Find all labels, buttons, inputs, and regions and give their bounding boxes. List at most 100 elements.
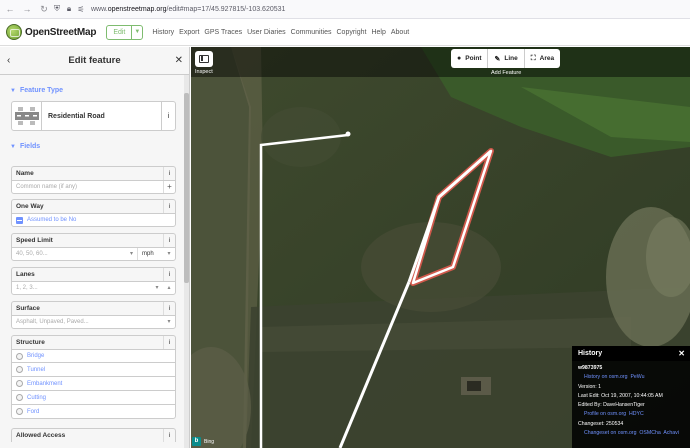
- sidebar-scrollbar[interactable]: [184, 75, 189, 448]
- surface-combo[interactable]: Asphalt, Unpaved, Paved... ▾: [11, 315, 176, 329]
- nav-help[interactable]: Help: [371, 29, 385, 36]
- add-area-button[interactable]: ⛶ Area: [525, 49, 560, 68]
- nav-gps-traces[interactable]: GPS Traces: [204, 29, 242, 36]
- surface-chevron-icon[interactable]: ▾: [163, 316, 175, 328]
- speed-limit-field: Speed Limit i 40, 50, 60... ▾ mph ▾: [11, 233, 176, 261]
- speed-limit-input[interactable]: 40, 50, 60... ▾ mph ▾: [11, 247, 176, 261]
- sidebar-header: ‹ Edit feature ✕: [0, 47, 189, 75]
- add-point-label: Point: [465, 55, 482, 62]
- add-line-button[interactable]: ✎ Line: [488, 49, 525, 68]
- url-prefix: www.: [91, 5, 108, 13]
- field-info-icon[interactable]: i: [163, 429, 175, 442]
- pewu-link[interactable]: PeWu: [630, 374, 644, 380]
- structure-option-tunnel[interactable]: Tunnel: [11, 363, 176, 377]
- edit-feature-sidebar: ‹ Edit feature ✕ ▼ Feature Type Resident…: [0, 47, 190, 448]
- speed-chevron-icon[interactable]: ▾: [130, 248, 133, 260]
- unit-chevron-icon[interactable]: ▾: [163, 248, 175, 260]
- structure-option-cutting[interactable]: Cutting: [11, 391, 176, 405]
- url-bar[interactable]: www.openstreetmap.org/edit#map=17/45.927…: [91, 6, 285, 13]
- preset-info-icon[interactable]: i: [161, 102, 175, 130]
- increment-icon[interactable]: ▴: [163, 282, 175, 294]
- feature-type-label: Feature Type: [19, 87, 64, 94]
- structure-field: Structure i Bridge Tunnel Embankment Cutt…: [11, 335, 176, 419]
- nav-export[interactable]: Export: [179, 29, 199, 36]
- add-feature-label: Add Feature: [491, 70, 522, 76]
- add-point-button[interactable]: ● Point: [451, 49, 489, 68]
- brand-name[interactable]: OpenStreetMap: [25, 27, 97, 38]
- imagery-attribution[interactable]: b Bing: [192, 436, 214, 447]
- speed-limit-placeholder: 40, 50, 60...: [16, 251, 48, 257]
- achavi-link[interactable]: Achavi: [663, 430, 679, 436]
- nav-copyright[interactable]: Copyright: [337, 29, 367, 36]
- field-info-icon[interactable]: i: [163, 336, 175, 349]
- inspect-button[interactable]: [195, 51, 213, 67]
- field-info-icon[interactable]: i: [163, 167, 175, 180]
- profile-on-osm-link[interactable]: Profile on osm.org: [584, 411, 626, 417]
- radio-icon[interactable]: [16, 380, 23, 387]
- close-icon[interactable]: ✕: [175, 55, 183, 66]
- lanes-input[interactable]: 1, 2, 3... ▾ ▴: [11, 281, 176, 295]
- checkbox-indeterminate-icon[interactable]: [16, 216, 23, 224]
- map-canvas[interactable]: Inspect ● Point ✎ Line ⛶ Area Add Feature b…: [191, 47, 690, 448]
- name-input[interactable]: Common name (if any) +: [11, 180, 176, 194]
- add-area-label: Area: [539, 55, 555, 62]
- osmcha-link[interactable]: OSMCha: [639, 430, 660, 436]
- nav-about[interactable]: About: [391, 29, 409, 36]
- radio-icon[interactable]: [16, 352, 23, 360]
- back-chevron-icon[interactable]: ‹: [7, 55, 10, 66]
- osm-logo-icon[interactable]: [6, 24, 22, 40]
- preset-selector[interactable]: Residential Road i: [11, 101, 176, 131]
- structure-option-label: Cutting: [27, 394, 47, 401]
- edited-by: Edited By: DaveHansenTiger: [578, 402, 645, 409]
- history-on-osm-link[interactable]: History on osm.org: [584, 374, 628, 380]
- close-icon[interactable]: ✕: [678, 349, 685, 358]
- radio-icon[interactable]: [16, 408, 23, 415]
- structure-option-bridge[interactable]: Bridge: [11, 349, 176, 363]
- add-feature-modes: ● Point ✎ Line ⛶ Area: [451, 49, 561, 68]
- field-info-icon[interactable]: i: [163, 200, 175, 213]
- nav-communities[interactable]: Communities: [291, 29, 332, 36]
- oneway-checkbox[interactable]: Assumed to be No: [11, 213, 176, 227]
- shield-icon[interactable]: ⛨: [51, 2, 63, 16]
- edit-button[interactable]: Edit: [107, 25, 133, 39]
- structure-option-label: Embankment: [27, 380, 63, 387]
- feature-type-section[interactable]: ▼ Feature Type: [10, 87, 189, 94]
- surface-placeholder: Asphalt, Unpaved, Paved...: [16, 319, 89, 325]
- back-arrow-icon[interactable]: ←: [3, 2, 17, 16]
- area-icon: ⛶: [530, 54, 536, 62]
- forward-arrow-icon[interactable]: →: [20, 2, 34, 16]
- osm-header: OpenStreetMap Edit ▼ History Export GPS …: [0, 19, 690, 46]
- field-info-icon[interactable]: i: [163, 234, 175, 247]
- structure-option-label: Tunnel: [27, 366, 46, 373]
- scrollbar-thumb[interactable]: [184, 93, 189, 283]
- radio-icon[interactable]: [16, 366, 23, 373]
- changeset-on-osm-link[interactable]: Changeset on osm.org: [584, 430, 636, 436]
- browser-toolbar: ← → ↻ ⛨ 🔒︎ ⚟ www.openstreetmap.org/edit#…: [0, 0, 690, 19]
- edit-dropdown-chevron-icon[interactable]: ▼: [132, 29, 142, 35]
- reload-icon[interactable]: ↻: [37, 2, 51, 16]
- fields-section[interactable]: ▼ Fields: [10, 143, 189, 150]
- structure-option-label: Ford: [27, 408, 40, 415]
- fields-label: Fields: [19, 143, 41, 150]
- structure-option-embankment[interactable]: Embankment: [11, 377, 176, 391]
- nav-user-diaries[interactable]: User Diaries: [247, 29, 286, 36]
- lock-icon[interactable]: 🔒︎: [63, 2, 75, 16]
- decrement-icon[interactable]: ▾: [151, 282, 163, 294]
- permissions-icon[interactable]: ⚟: [75, 2, 87, 16]
- speed-unit-value: mph: [142, 251, 154, 257]
- radio-icon[interactable]: [16, 394, 23, 401]
- expand-caret-icon: ▼: [10, 87, 16, 94]
- nav-history[interactable]: History: [152, 29, 174, 36]
- hdyc-link[interactable]: HDYC: [629, 411, 644, 417]
- pencil-icon: ✎: [494, 55, 501, 63]
- structure-option-ford[interactable]: Ford: [11, 405, 176, 419]
- field-info-icon[interactable]: i: [163, 302, 175, 315]
- edit-button-group: Edit ▼: [106, 24, 144, 40]
- name-field: Name i Common name (if any) +: [11, 166, 176, 194]
- surface-field: Surface i Asphalt, Unpaved, Paved... ▾: [11, 301, 176, 329]
- residential-road-icon: [12, 102, 42, 130]
- structure-option-label: Bridge: [27, 353, 45, 359]
- add-localized-name-icon[interactable]: +: [163, 181, 175, 193]
- field-info-icon[interactable]: i: [163, 268, 175, 281]
- inspect-label: Inspect: [195, 69, 213, 75]
